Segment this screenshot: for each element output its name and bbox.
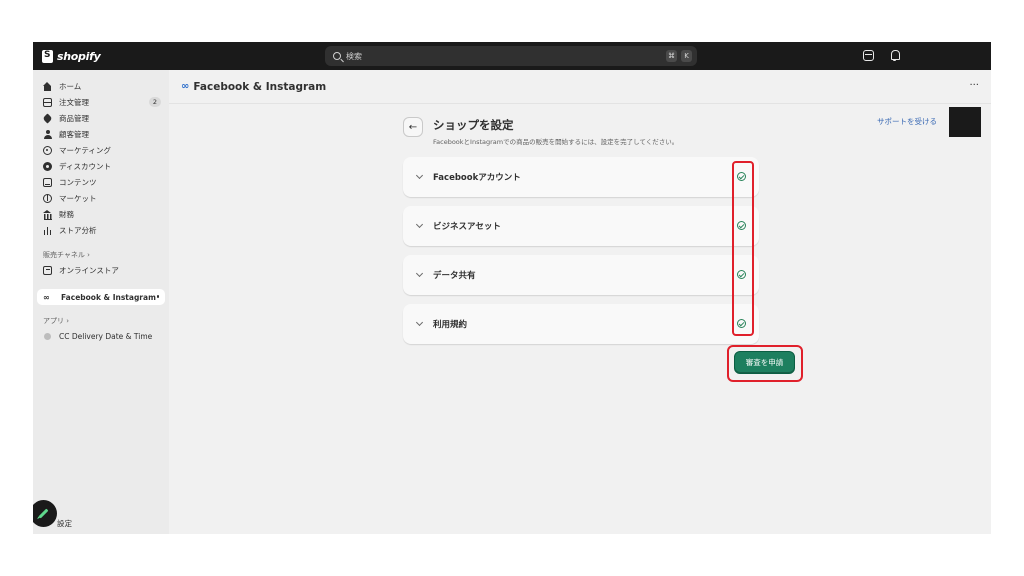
person-icon	[43, 130, 52, 139]
meta-logo-icon: ∞	[181, 81, 190, 92]
page-title: ショップを設定	[433, 118, 514, 132]
bank-icon	[43, 210, 52, 220]
main-content: ∞ Facebook & Instagram ··· サポートを受ける ← ショ…	[169, 70, 991, 534]
sidebar-item-content[interactable]: コンテンツ	[37, 175, 165, 190]
target-icon	[43, 146, 52, 155]
chevron-down-icon	[415, 220, 424, 229]
sidebar-item-label: オンラインストア	[59, 266, 119, 275]
page-subtitle: FacebookとInstagramでの商品の販売を開始するには、設定を完了して…	[433, 138, 679, 146]
meta-icon: ∞	[43, 292, 50, 302]
pin-icon[interactable]	[156, 295, 159, 298]
store-icon[interactable]	[863, 50, 874, 61]
support-link[interactable]: サポートを受ける	[877, 116, 937, 127]
sidebar-item-home[interactable]: ホーム	[37, 79, 165, 94]
back-button[interactable]: ←	[403, 117, 423, 137]
step-label: 利用規約	[433, 320, 468, 330]
search-icon	[333, 52, 341, 60]
sidebar-item-online-store[interactable]: オンラインストア	[37, 263, 165, 278]
sidebar-item-label: Facebook & Instagram	[61, 292, 156, 302]
sidebar-item-label: CC Delivery Date & Time	[59, 332, 153, 341]
shortcut-k-key: K	[681, 50, 692, 62]
sales-channels-label: 販売チャネル	[43, 251, 85, 259]
app-header: ∞ Facebook & Instagram ···	[169, 70, 991, 104]
shopify-bag-icon	[42, 49, 53, 63]
arrow-left-icon: ←	[408, 121, 418, 133]
online-store-icon	[43, 266, 52, 275]
tag-icon	[42, 113, 53, 124]
sales-channels-heading[interactable]: 販売チャネル ›	[43, 250, 90, 260]
sidebar-item-analytics[interactable]: ストア分析	[37, 223, 165, 238]
apps-label: アプリ	[43, 317, 64, 325]
sidebar-item-discounts[interactable]: ディスカウント	[37, 159, 165, 174]
home-icon	[43, 82, 52, 91]
more-icon[interactable]: ···	[969, 80, 979, 91]
sidebar-item-orders[interactable]: 注文管理 2	[37, 95, 165, 110]
sidebar-item-label: マーケット	[59, 194, 97, 203]
annotation-highlight-submit	[727, 345, 803, 382]
sidebar-item-label: 商品管理	[59, 114, 89, 123]
orders-count-badge: 2	[148, 97, 161, 107]
discount-icon	[43, 162, 52, 171]
logo-text: shopify	[57, 49, 101, 63]
sidebar: ホーム 注文管理 2 商品管理 顧客管理 マーケティング ディスカウント コンテ…	[33, 70, 169, 534]
sidebar-item-label: 財務	[59, 210, 74, 219]
app-icon	[44, 333, 51, 340]
top-bar: shopify ⌘ K	[33, 42, 991, 70]
step-card-data-sharing[interactable]: データ共有	[403, 255, 759, 295]
chevron-down-icon	[415, 318, 424, 327]
redaction-box	[949, 107, 981, 137]
bell-icon[interactable]	[889, 50, 900, 61]
step-card-facebook-account[interactable]: Facebookアカウント	[403, 157, 759, 197]
apps-heading[interactable]: アプリ ›	[43, 316, 69, 326]
app-title: Facebook & Instagram	[193, 80, 327, 93]
search-bar[interactable]: ⌘ K	[325, 46, 697, 66]
chevron-down-icon	[415, 269, 424, 278]
step-card-business-assets[interactable]: ビジネスアセット	[403, 206, 759, 246]
step-label: ビジネスアセット	[433, 222, 501, 232]
app-window: shopify ⌘ K ホーム 注文管理 2 商品管理 顧客管理	[33, 42, 991, 534]
pencil-icon	[38, 508, 49, 519]
chart-icon	[43, 226, 52, 235]
sidebar-item-facebook-instagram[interactable]: ∞ Facebook & Instagram	[37, 289, 165, 305]
sidebar-item-label: ストア分析	[59, 226, 97, 235]
shopify-logo[interactable]: shopify	[42, 48, 101, 64]
step-card-terms[interactable]: 利用規約	[403, 304, 759, 344]
sidebar-item-label: マーケティング	[59, 146, 111, 155]
sidebar-item-finance[interactable]: 財務	[37, 207, 165, 222]
step-label: Facebookアカウント	[433, 173, 521, 183]
orders-icon	[43, 98, 52, 107]
content-icon	[43, 178, 52, 187]
sidebar-item-label: ディスカウント	[59, 162, 111, 171]
sidebar-item-products[interactable]: 商品管理	[37, 111, 165, 126]
sidebar-item-markets[interactable]: マーケット	[37, 191, 165, 206]
sidebar-item-settings[interactable]: 設定	[57, 518, 72, 529]
search-input[interactable]	[346, 51, 646, 61]
sidebar-item-label: コンテンツ	[59, 178, 97, 187]
annotation-highlight-checks	[732, 161, 754, 336]
sidebar-item-cc-delivery[interactable]: CC Delivery Date & Time	[37, 329, 165, 344]
sidebar-item-label: 注文管理	[59, 98, 89, 107]
sidebar-item-marketing[interactable]: マーケティング	[37, 143, 165, 158]
sidebar-item-customers[interactable]: 顧客管理	[37, 127, 165, 142]
globe-icon	[43, 194, 52, 203]
chevron-down-icon	[415, 171, 424, 180]
step-label: データ共有	[433, 271, 476, 281]
sidebar-item-label: ホーム	[59, 82, 82, 91]
shortcut-cmd-key: ⌘	[666, 50, 677, 62]
sidebar-item-label: 顧客管理	[59, 130, 89, 139]
